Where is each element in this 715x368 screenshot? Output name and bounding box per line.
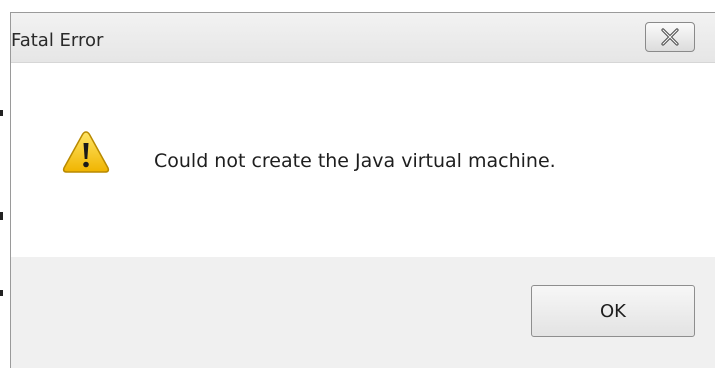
ok-button[interactable]: OK — [531, 285, 695, 337]
background-edge-mark — [0, 290, 3, 296]
dialog-title: Fatal Error — [11, 30, 104, 51]
close-icon — [660, 28, 680, 46]
background-edge-mark — [0, 110, 3, 116]
dialog-content: Could not create the Java virtual machin… — [11, 63, 715, 257]
fatal-error-dialog: Fatal Error Could not create the Java vi… — [10, 12, 715, 368]
close-button[interactable] — [645, 22, 695, 52]
screen: Fatal Error Could not create the Java vi… — [0, 0, 715, 368]
dialog-footer: OK — [11, 257, 715, 368]
error-message: Could not create the Java virtual machin… — [154, 150, 556, 172]
warning-icon — [61, 129, 111, 175]
background-edge-mark — [0, 212, 3, 220]
dialog-titlebar: Fatal Error — [11, 13, 715, 63]
